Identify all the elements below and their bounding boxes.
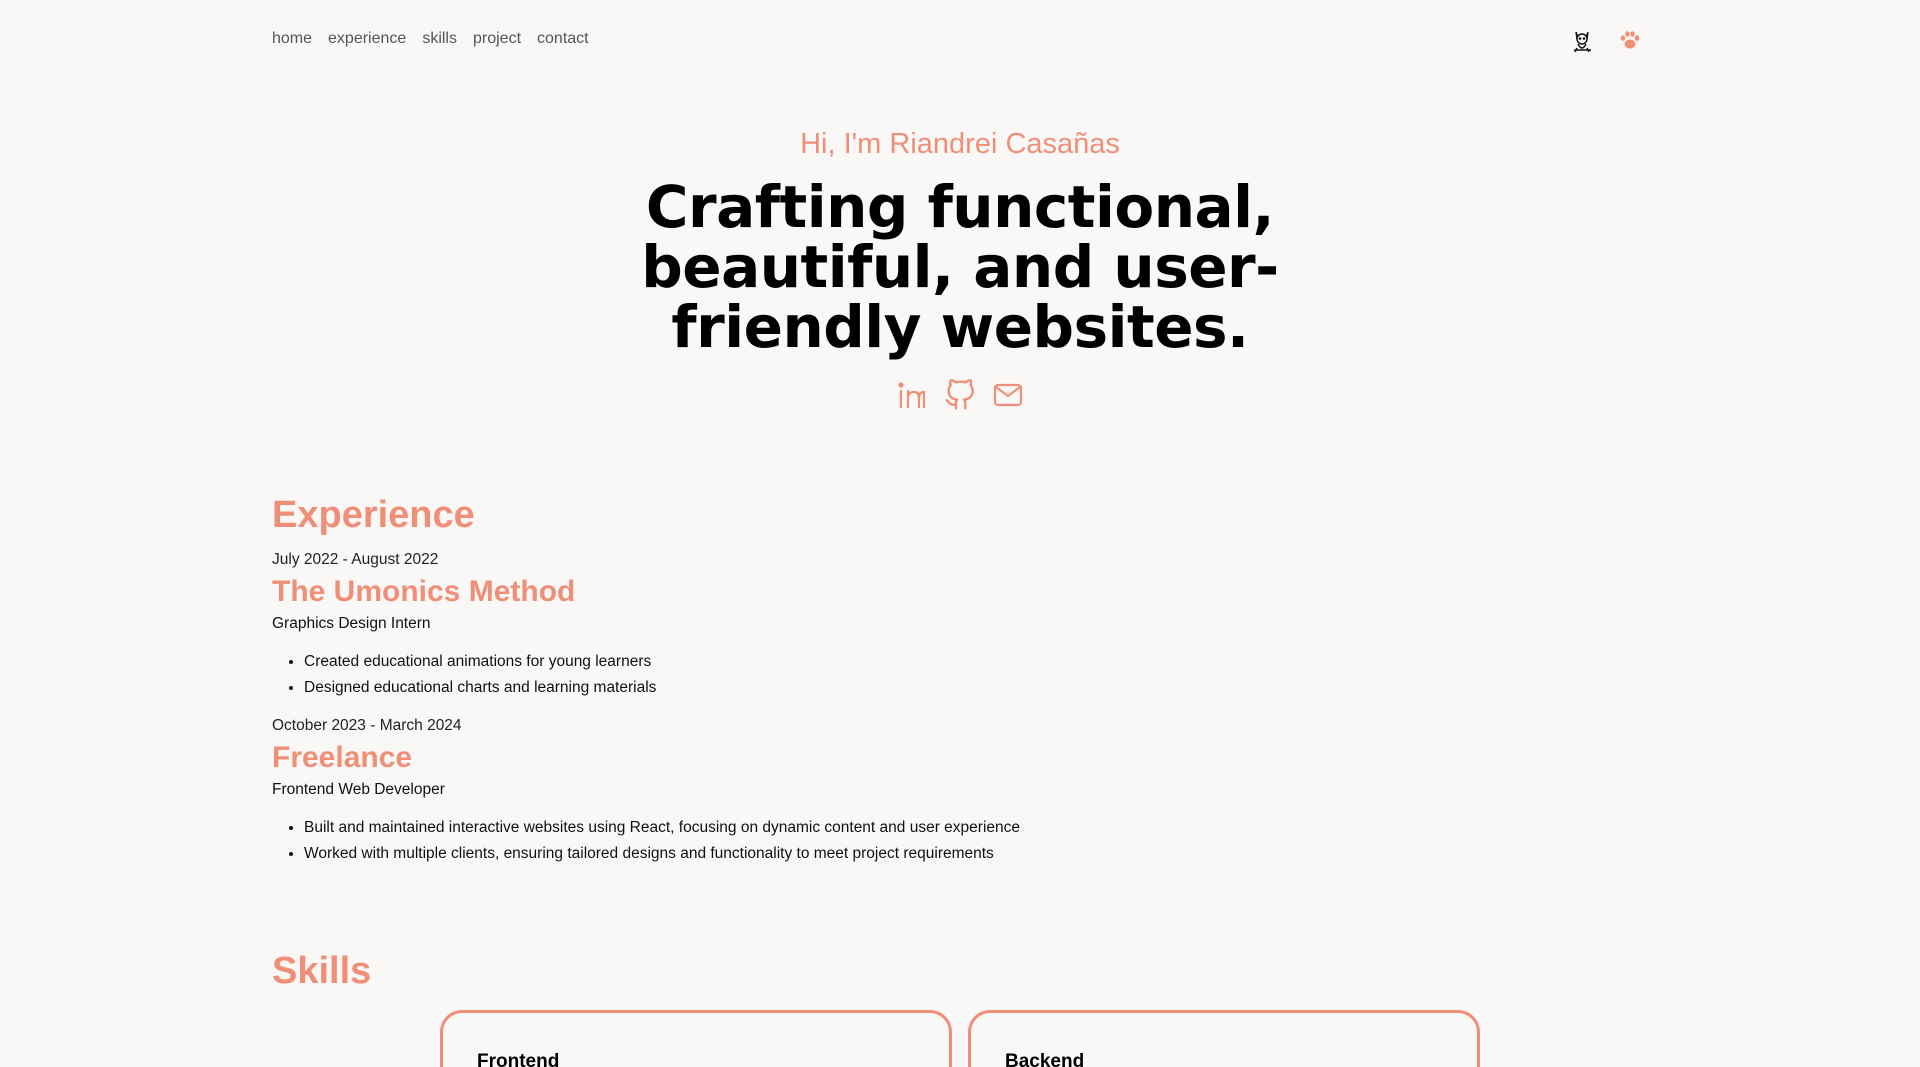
nav-contact[interactable]: contact (537, 30, 589, 48)
skill-card-title: Frontend (477, 1051, 560, 1067)
skill-card-title: Backend (1005, 1051, 1085, 1067)
nav-home[interactable]: home (272, 30, 312, 48)
job-role: Frontend Web Developer (272, 781, 445, 798)
job-item: July 2022 - August 2022 The Umonics Meth… (272, 551, 1020, 697)
nav-skills[interactable]: skills (422, 30, 457, 48)
cat-icon[interactable] (1568, 26, 1596, 54)
social-links (0, 379, 1920, 411)
job-company: Freelance (272, 741, 413, 774)
paw-icon[interactable] (1616, 26, 1644, 54)
linkedin-icon[interactable] (896, 379, 928, 411)
job-date: October 2023 - March 2024 (272, 717, 462, 734)
github-icon[interactable] (944, 379, 976, 411)
skills-cards: Frontend Backend (440, 1010, 1480, 1067)
list-item: Built and maintained interactive website… (304, 819, 1020, 837)
top-icons (1568, 26, 1644, 54)
job-bullets: Created educational animations for young… (272, 653, 1020, 697)
skill-card-frontend: Frontend (440, 1010, 952, 1067)
skill-card-backend: Backend (968, 1010, 1480, 1067)
top-nav: home experience skills project contact (272, 30, 589, 48)
mail-icon[interactable] (992, 379, 1024, 411)
skills-section: Skills (272, 950, 371, 993)
skills-title: Skills (272, 950, 372, 992)
job-role: Graphics Design Intern (272, 615, 431, 632)
list-item: Created educational animations for young… (304, 653, 1020, 671)
experience-title: Experience (272, 494, 475, 536)
job-bullets: Built and maintained interactive website… (272, 819, 1020, 863)
job-item: October 2023 - March 2024 Freelance Fron… (272, 717, 1020, 863)
hero-greeting: Hi, I'm Riandrei Casañas (800, 128, 1120, 160)
list-item: Worked with multiple clients, ensuring t… (304, 845, 1020, 863)
nav-project[interactable]: project (473, 30, 521, 48)
nav-experience[interactable]: experience (328, 30, 406, 48)
hero: Hi, I'm Riandrei Casañas Crafting functi… (0, 128, 1920, 411)
hero-headline: Crafting functional, beautiful, and user… (641, 173, 1279, 361)
job-date: July 2022 - August 2022 (272, 551, 439, 568)
job-company: The Umonics Method (272, 575, 576, 608)
list-item: Designed educational charts and learning… (304, 679, 1020, 697)
experience-section: Experience July 2022 - August 2022 The U… (272, 494, 1020, 871)
